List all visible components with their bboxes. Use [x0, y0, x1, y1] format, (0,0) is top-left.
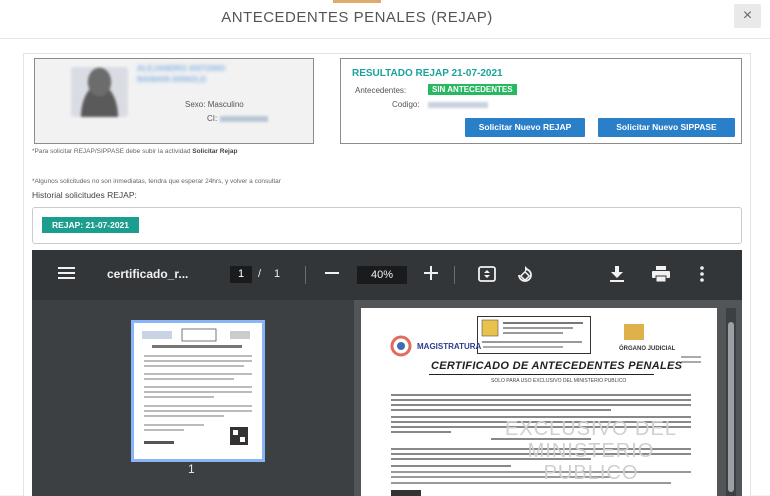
- user-name: ALEJANDRO ANTONIO MAMANI ARNOLD: [137, 63, 225, 85]
- fit-page-icon[interactable]: [478, 266, 496, 287]
- pdf-filename: certificado_r...: [107, 267, 189, 281]
- request-sippase-button[interactable]: Solicitar Nuevo SIPPASE: [598, 118, 735, 137]
- document-subtitle: SOLO PARA USO EXCLUSIVO DEL MINISTERIO P…: [491, 378, 627, 384]
- more-icon[interactable]: [700, 266, 704, 287]
- ci-label: CI:: [207, 114, 218, 123]
- user-ci: CI:: [207, 114, 269, 123]
- zoom-out-icon[interactable]: [325, 266, 339, 285]
- document-page: MAGISTRATURA ÓRGANO JUDICIAL CERTIFICADO…: [361, 308, 717, 496]
- document-header-box: [477, 316, 591, 354]
- note-upload-bold: Solicitar Rejap: [192, 148, 238, 155]
- status-badge: SIN ANTECEDENTES: [428, 84, 517, 95]
- organo-judicial-logo: ÓRGANO JUDICIAL: [619, 346, 676, 352]
- menu-icon[interactable]: [58, 266, 75, 285]
- download-icon[interactable]: [610, 266, 624, 287]
- title-accent: [333, 0, 381, 3]
- result-card: RESULTADO REJAP 21-07-2021 Antecedentes:…: [340, 58, 742, 144]
- user-name-line2: MAMANI ARNOLD: [137, 75, 207, 84]
- history-box: REJAP: 21-07-2021: [32, 207, 742, 244]
- document-title-underline: [429, 374, 654, 375]
- avatar: [71, 67, 128, 117]
- modal-content: ALEJANDRO ANTONIO MAMANI ARNOLD Sexo: Ma…: [23, 53, 751, 496]
- print-icon[interactable]: [652, 266, 670, 287]
- close-button[interactable]: ×: [734, 4, 761, 28]
- history-item[interactable]: REJAP: 21-07-2021: [42, 217, 140, 233]
- thumbnail-page-number: 1: [188, 462, 195, 476]
- toolbar-divider: [305, 266, 306, 284]
- user-sexo: Sexo: Masculino: [185, 100, 244, 109]
- sexo-value: Masculino: [207, 100, 244, 109]
- user-name-line1: ALEJANDRO ANTONIO: [137, 64, 226, 73]
- ci-value-redacted: [220, 115, 269, 122]
- toolbar-divider: [454, 266, 455, 284]
- magistratura-logo: MAGISTRATURA: [417, 342, 482, 351]
- pdf-toolbar: certificado_r... 1 / 1 40%: [32, 250, 742, 300]
- codigo-label: Codigo:: [392, 100, 420, 109]
- rejap-modal: ANTECEDENTES PENALES (REJAP) × ALEJANDRO…: [0, 0, 770, 496]
- zoom-in-icon[interactable]: [424, 266, 438, 285]
- page-total: 1: [274, 268, 281, 280]
- codigo-value-redacted: [428, 102, 488, 108]
- user-card: ALEJANDRO ANTONIO MAMANI ARNOLD Sexo: Ma…: [34, 58, 314, 144]
- sexo-label: Sexo:: [185, 100, 206, 109]
- note-wait: *Algunos solicitudes no son inmediatas, …: [32, 178, 281, 185]
- pdf-viewer: certificado_r... 1 / 1 40% 1 MAGISTRATUR…: [32, 250, 742, 496]
- request-rejap-button[interactable]: Solicitar Nuevo REJAP: [465, 118, 585, 137]
- rotate-icon[interactable]: [515, 266, 535, 289]
- thumbnail-preview: [142, 328, 252, 445]
- history-label: Historial solicitudes REJAP:: [32, 190, 137, 200]
- page-thumbnail[interactable]: [131, 320, 265, 462]
- document-title: CERTIFICADO DE ANTECEDENTES PENALES: [431, 360, 683, 372]
- modal-title: ANTECEDENTES PENALES (REJAP): [221, 9, 493, 26]
- result-title: RESULTADO REJAP 21-07-2021: [352, 68, 503, 79]
- note-upload-text: *Para solicitar REJAP/SIPPASE debe subir…: [32, 148, 191, 155]
- zoom-level-input[interactable]: 40%: [357, 266, 407, 284]
- modal-header: ANTECEDENTES PENALES (REJAP) ×: [0, 0, 770, 39]
- antecedentes-label: Antecedentes:: [355, 86, 407, 95]
- page-separator: /: [258, 268, 262, 280]
- document-watermark: EXCLUSIVO DEL MINISTERIO PUBLICO: [505, 418, 677, 484]
- document-scroll-thumb[interactable]: [728, 322, 734, 492]
- note-upload: *Para solicitar REJAP/SIPPASE debe subir…: [32, 148, 237, 155]
- document-view: MAGISTRATURA ÓRGANO JUDICIAL CERTIFICADO…: [354, 300, 742, 496]
- thumbnail-sidebar: 1: [32, 300, 354, 496]
- page-number-input[interactable]: 1: [230, 266, 252, 283]
